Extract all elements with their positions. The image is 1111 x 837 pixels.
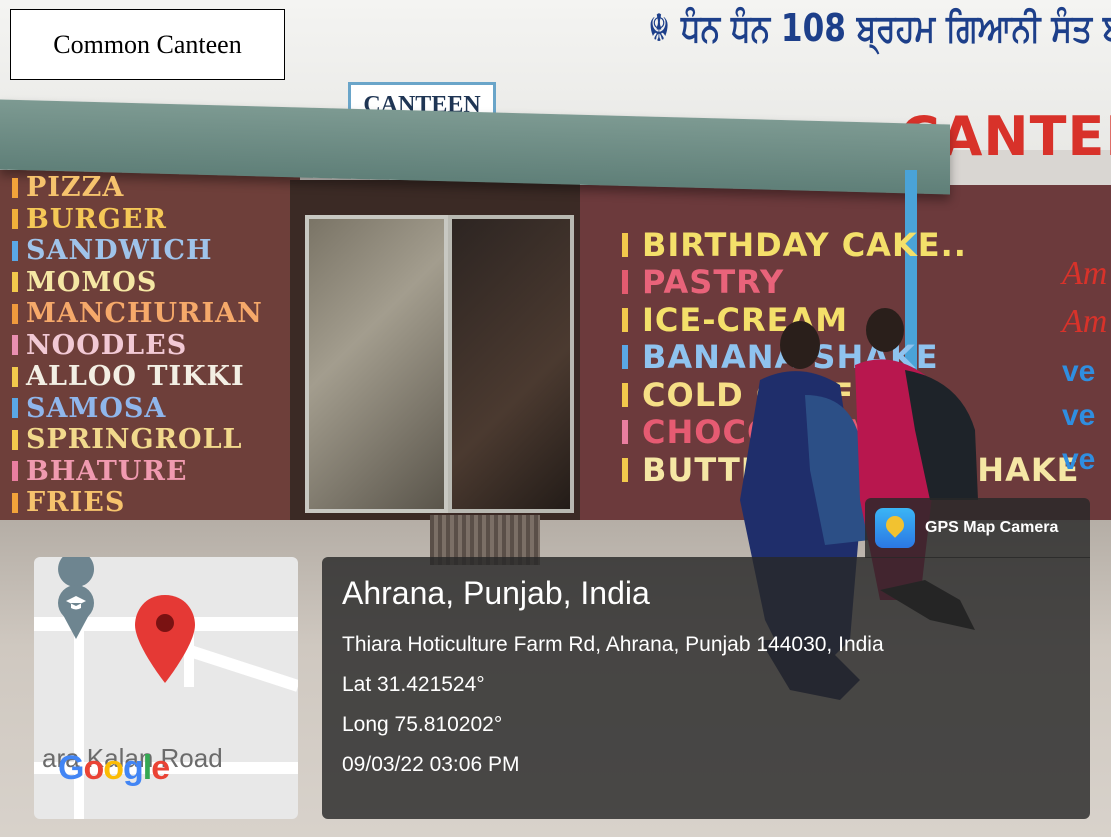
google-logo: Google (58, 749, 170, 788)
longitude: Long 75.810202° (342, 713, 503, 736)
gps-camera-icon (875, 508, 915, 548)
timestamp: 09/03/22 03:06 PM (342, 753, 520, 776)
google-logo-letter: g (123, 749, 144, 787)
google-logo-letter: o (83, 749, 104, 787)
place-name: Ahrana, Punjab, India (342, 575, 650, 611)
google-logo-letter: e (151, 749, 170, 787)
gps-info-panel: Ahrana, Punjab, India Thiara Hoticulture… (322, 557, 1090, 819)
google-logo-letter: l (142, 749, 153, 787)
google-logo-letter: o (103, 749, 124, 787)
caption-title: Common Canteen (10, 9, 285, 80)
gps-app-name: GPS Map Camera (925, 519, 1059, 536)
gps-app-badge: GPS Map Camera (865, 498, 1090, 558)
address-line: Thiara Hoticulture Farm Rd, Ahrana, Punj… (342, 633, 884, 656)
latitude: Lat 31.421524° (342, 673, 485, 696)
location-map: ara Kalan Road Google (34, 557, 298, 819)
map-pin-icon (135, 595, 195, 683)
graduation-cap-icon (58, 557, 95, 639)
google-logo-letter: G (58, 749, 84, 787)
